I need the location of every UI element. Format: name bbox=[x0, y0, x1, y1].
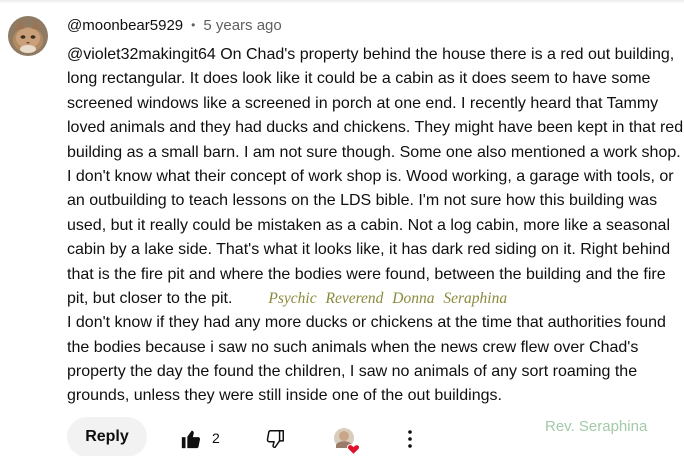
comment-line: long rectangular. It does look like it c… bbox=[67, 70, 651, 88]
reply-button[interactable]: Reply bbox=[67, 417, 147, 456]
avatar[interactable] bbox=[8, 16, 48, 56]
comment-line: screened windows like a screened in porc… bbox=[67, 94, 659, 112]
comment-line: grounds, unless they were still inside o… bbox=[67, 387, 502, 405]
more-vert-icon[interactable] bbox=[400, 428, 420, 450]
top-edge-shadow bbox=[0, 0, 684, 4]
watermark-corner: Rev. Seraphina bbox=[545, 418, 648, 435]
comment-line: used, but it really could be mistaken as… bbox=[67, 216, 670, 234]
comment-line: cabin by a lake side. That's what it loo… bbox=[67, 241, 671, 259]
comment-line: I don't know if they had any more ducks … bbox=[67, 314, 666, 332]
comment-line: the bodies because i saw no such animals… bbox=[67, 338, 639, 356]
like-count: 2 bbox=[212, 430, 220, 446]
separator-dot: • bbox=[191, 18, 196, 32]
comment-line: loved animals and they had ducks and chi… bbox=[67, 119, 684, 137]
comment-line: building as a small barn. I am not sure … bbox=[67, 143, 681, 161]
timestamp[interactable]: 5 years ago bbox=[203, 17, 281, 34]
thumbs-up-icon[interactable] bbox=[180, 428, 202, 450]
comment-line: that is the fire pit and where the bodie… bbox=[67, 265, 666, 283]
comment-line: property the day the found the children,… bbox=[67, 363, 638, 381]
watermark-inline: Psychic Reverend Donna Seraphina bbox=[268, 289, 508, 307]
thumbs-down-icon[interactable] bbox=[264, 428, 286, 450]
comment-line: an outbuilding to teach lessons on the L… bbox=[67, 192, 658, 210]
author-name[interactable]: @moonbear5929 bbox=[67, 17, 183, 34]
cat-avatar-icon bbox=[8, 16, 48, 56]
comment-text: @violet32makingit64 On Chad's property b… bbox=[67, 43, 684, 409]
comment-line-with-watermark: pit, but closer to the pit. Psychic Rever… bbox=[67, 287, 679, 311]
comment-header: @moonbear5929 • 5 years ago bbox=[67, 15, 282, 35]
comment-line: @violet32makingit64 On Chad's property b… bbox=[67, 46, 675, 63]
creator-heart-icon bbox=[333, 427, 361, 456]
comment-line: pit, but closer to the pit. bbox=[67, 289, 233, 307]
comment-line: I don't know what their concept of work … bbox=[67, 167, 674, 185]
